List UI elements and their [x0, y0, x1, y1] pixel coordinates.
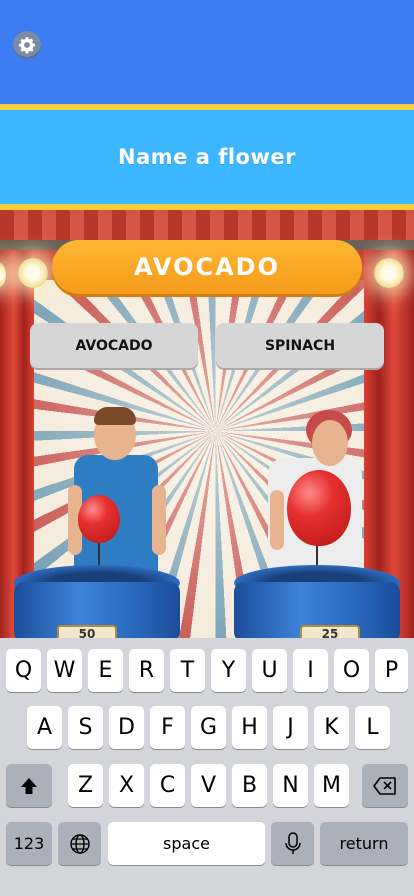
stage-light-icon	[18, 258, 48, 288]
player-head	[312, 420, 348, 466]
globe-icon	[69, 833, 90, 854]
player-right	[262, 410, 372, 590]
microphone-icon	[284, 831, 301, 854]
key-u[interactable]: U	[252, 649, 287, 692]
key-k[interactable]: K	[314, 706, 349, 749]
on-screen-keyboard: Q W E R T Y U I O P A S D F G H J K L Z …	[0, 638, 414, 896]
key-v[interactable]: V	[191, 764, 226, 807]
top-bar	[0, 0, 414, 104]
key-b[interactable]: B	[232, 764, 267, 807]
key-m[interactable]: M	[314, 764, 349, 807]
key-g[interactable]: G	[191, 706, 226, 749]
player-hair	[94, 407, 136, 425]
return-key[interactable]: return	[320, 822, 408, 865]
question-banner: Name a flower	[0, 110, 414, 204]
question-text: Name a flower	[118, 145, 296, 169]
key-p[interactable]: P	[375, 649, 408, 692]
game-stage: AVOCADO AVOCADO SPINACH 50 25	[0, 210, 414, 638]
numbers-key[interactable]: 123	[6, 822, 52, 865]
balloon-left	[78, 495, 120, 543]
key-s[interactable]: S	[68, 706, 103, 749]
space-key[interactable]: space	[108, 822, 265, 865]
balloon-right	[287, 470, 351, 546]
score-right: 25	[300, 625, 360, 638]
player-arm	[152, 485, 166, 555]
player-arm	[270, 490, 284, 550]
stage-light-icon	[374, 258, 404, 288]
player-answer-left: AVOCADO	[30, 323, 198, 368]
key-x[interactable]: X	[109, 764, 144, 807]
key-e[interactable]: E	[88, 649, 123, 692]
key-y[interactable]: Y	[211, 649, 246, 692]
key-l[interactable]: L	[355, 706, 390, 749]
globe-key[interactable]	[58, 822, 101, 865]
key-t[interactable]: T	[170, 649, 205, 692]
key-c[interactable]: C	[150, 764, 185, 807]
player-answer-right: SPINACH	[216, 323, 384, 368]
key-f[interactable]: F	[150, 706, 185, 749]
key-q[interactable]: Q	[6, 649, 41, 692]
score-left: 50	[57, 625, 117, 638]
shift-icon	[21, 777, 37, 794]
shift-key[interactable]	[6, 764, 52, 807]
key-h[interactable]: H	[232, 706, 267, 749]
key-r[interactable]: R	[129, 649, 164, 692]
key-w[interactable]: W	[47, 649, 82, 692]
typed-answer-text: AVOCADO	[133, 253, 280, 281]
key-z[interactable]: Z	[68, 764, 103, 807]
key-i[interactable]: I	[293, 649, 328, 692]
key-n[interactable]: N	[273, 764, 308, 807]
key-j[interactable]: J	[273, 706, 308, 749]
key-o[interactable]: O	[334, 649, 369, 692]
gear-icon	[18, 37, 35, 54]
typed-answer: AVOCADO	[52, 240, 362, 294]
key-a[interactable]: A	[27, 706, 62, 749]
settings-button[interactable]	[13, 31, 41, 59]
dictation-key[interactable]	[271, 822, 314, 865]
backspace-icon	[373, 776, 396, 795]
key-d[interactable]: D	[109, 706, 144, 749]
delete-key[interactable]	[362, 764, 408, 807]
player-left	[64, 405, 174, 585]
